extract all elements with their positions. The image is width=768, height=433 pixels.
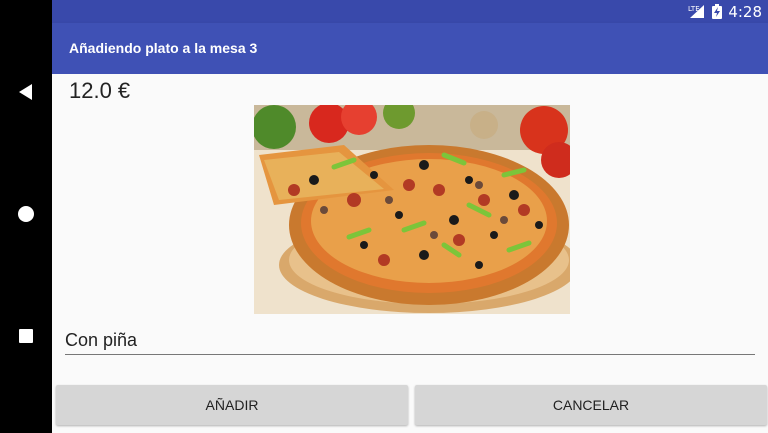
back-icon: [19, 84, 32, 100]
back-button[interactable]: [0, 72, 52, 112]
home-button[interactable]: [0, 194, 52, 234]
network-type-label: LTE: [688, 5, 700, 13]
dish-image: [254, 105, 570, 314]
signal-icon: LTE: [688, 5, 705, 18]
description-text: Con piña: [65, 330, 138, 350]
cancel-button[interactable]: CANCELAR: [415, 385, 767, 425]
dish-price: 12.0 €: [69, 78, 131, 103]
status-time: 4:28: [728, 2, 762, 21]
navigation-bar: [0, 0, 52, 433]
recents-button[interactable]: [0, 316, 52, 356]
pizza-image: [254, 105, 570, 314]
status-bar: LTE 4:28: [52, 0, 768, 23]
description-field[interactable]: Con piña: [65, 326, 755, 355]
page-title: Añadiendo plato a la mesa 3: [69, 40, 258, 56]
recents-icon: [19, 329, 33, 343]
main-content: 12.0 € Con piña AÑADIR CANCELAR: [52, 74, 768, 433]
app-bar: Añadiendo plato a la mesa 3: [52, 23, 768, 74]
home-icon: [18, 206, 34, 222]
add-button[interactable]: AÑADIR: [56, 385, 408, 425]
battery-charging-icon: [712, 4, 723, 19]
